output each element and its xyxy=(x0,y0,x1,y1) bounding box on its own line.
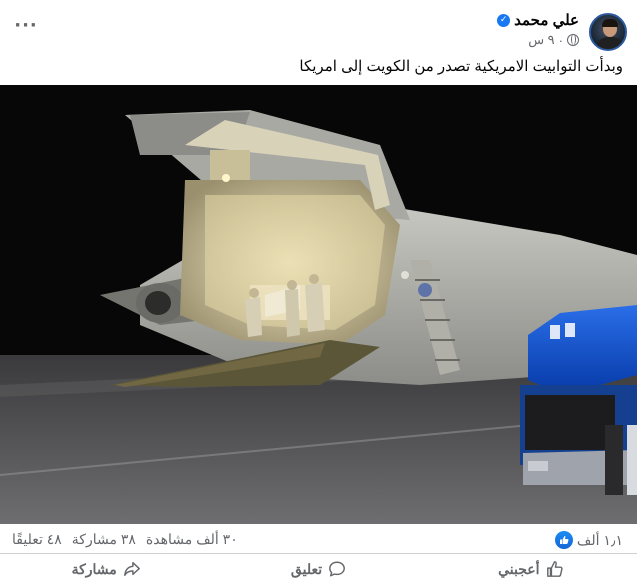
post-header: علي محمد ✓ ٩ س · ··· xyxy=(0,0,637,55)
like-label: أعجبني xyxy=(498,560,540,577)
views-count: ٣٠ ألف مشاهدة xyxy=(145,531,238,547)
blue-truck xyxy=(520,305,637,495)
speech-bubble-icon xyxy=(329,561,346,577)
comments-count[interactable]: ٤٨ تعليقًا xyxy=(12,531,62,548)
author-name-row: علي محمد ✓ xyxy=(497,11,579,29)
verified-badge-icon: ✓ xyxy=(497,13,511,27)
reactions-summary[interactable]: ١٫١ ألف xyxy=(554,531,623,549)
shares-count[interactable]: ٣٨ مشاركة xyxy=(72,531,136,548)
share-arrow-icon xyxy=(123,561,140,577)
thumbs-up-icon xyxy=(554,531,573,549)
author-avatar[interactable] xyxy=(589,13,627,51)
thumbs-up-icon xyxy=(546,561,563,577)
author-name[interactable]: علي محمد xyxy=(514,11,579,29)
reactions-count[interactable]: ١٫١ ألف xyxy=(577,532,623,549)
share-button[interactable]: مشاركة xyxy=(0,555,212,583)
more-options-icon[interactable]: ··· xyxy=(14,15,38,36)
like-button[interactable]: أعجبني xyxy=(425,555,637,583)
share-label: مشاركة xyxy=(71,560,117,577)
post-actions: أعجبني تعليق مشاركة xyxy=(0,555,637,583)
comment-label: تعليق xyxy=(290,560,323,577)
globe-icon[interactable] xyxy=(567,34,579,46)
post-video[interactable] xyxy=(0,85,637,524)
post-caption: وبدأت التوابيت الامريكية تصدر من الكويت … xyxy=(299,58,623,75)
meta-separator: · xyxy=(558,32,563,48)
comment-button[interactable]: تعليق xyxy=(212,555,424,583)
post-time[interactable]: ٩ س xyxy=(528,32,554,48)
post-meta: ٩ س · xyxy=(528,32,579,48)
engagement-counts: ٤٨ تعليقًا ٣٨ مشاركة ٣٠ ألف مشاهدة xyxy=(12,531,238,548)
facebook-post: علي محمد ✓ ٩ س · ··· وبدأت التوابيت الام… xyxy=(0,0,637,586)
post-stats-bar: ١٫١ ألف ٤٨ تعليقًا ٣٨ مشاركة ٣٠ ألف مشاه… xyxy=(0,524,637,554)
video-frame-illustration xyxy=(0,85,637,524)
